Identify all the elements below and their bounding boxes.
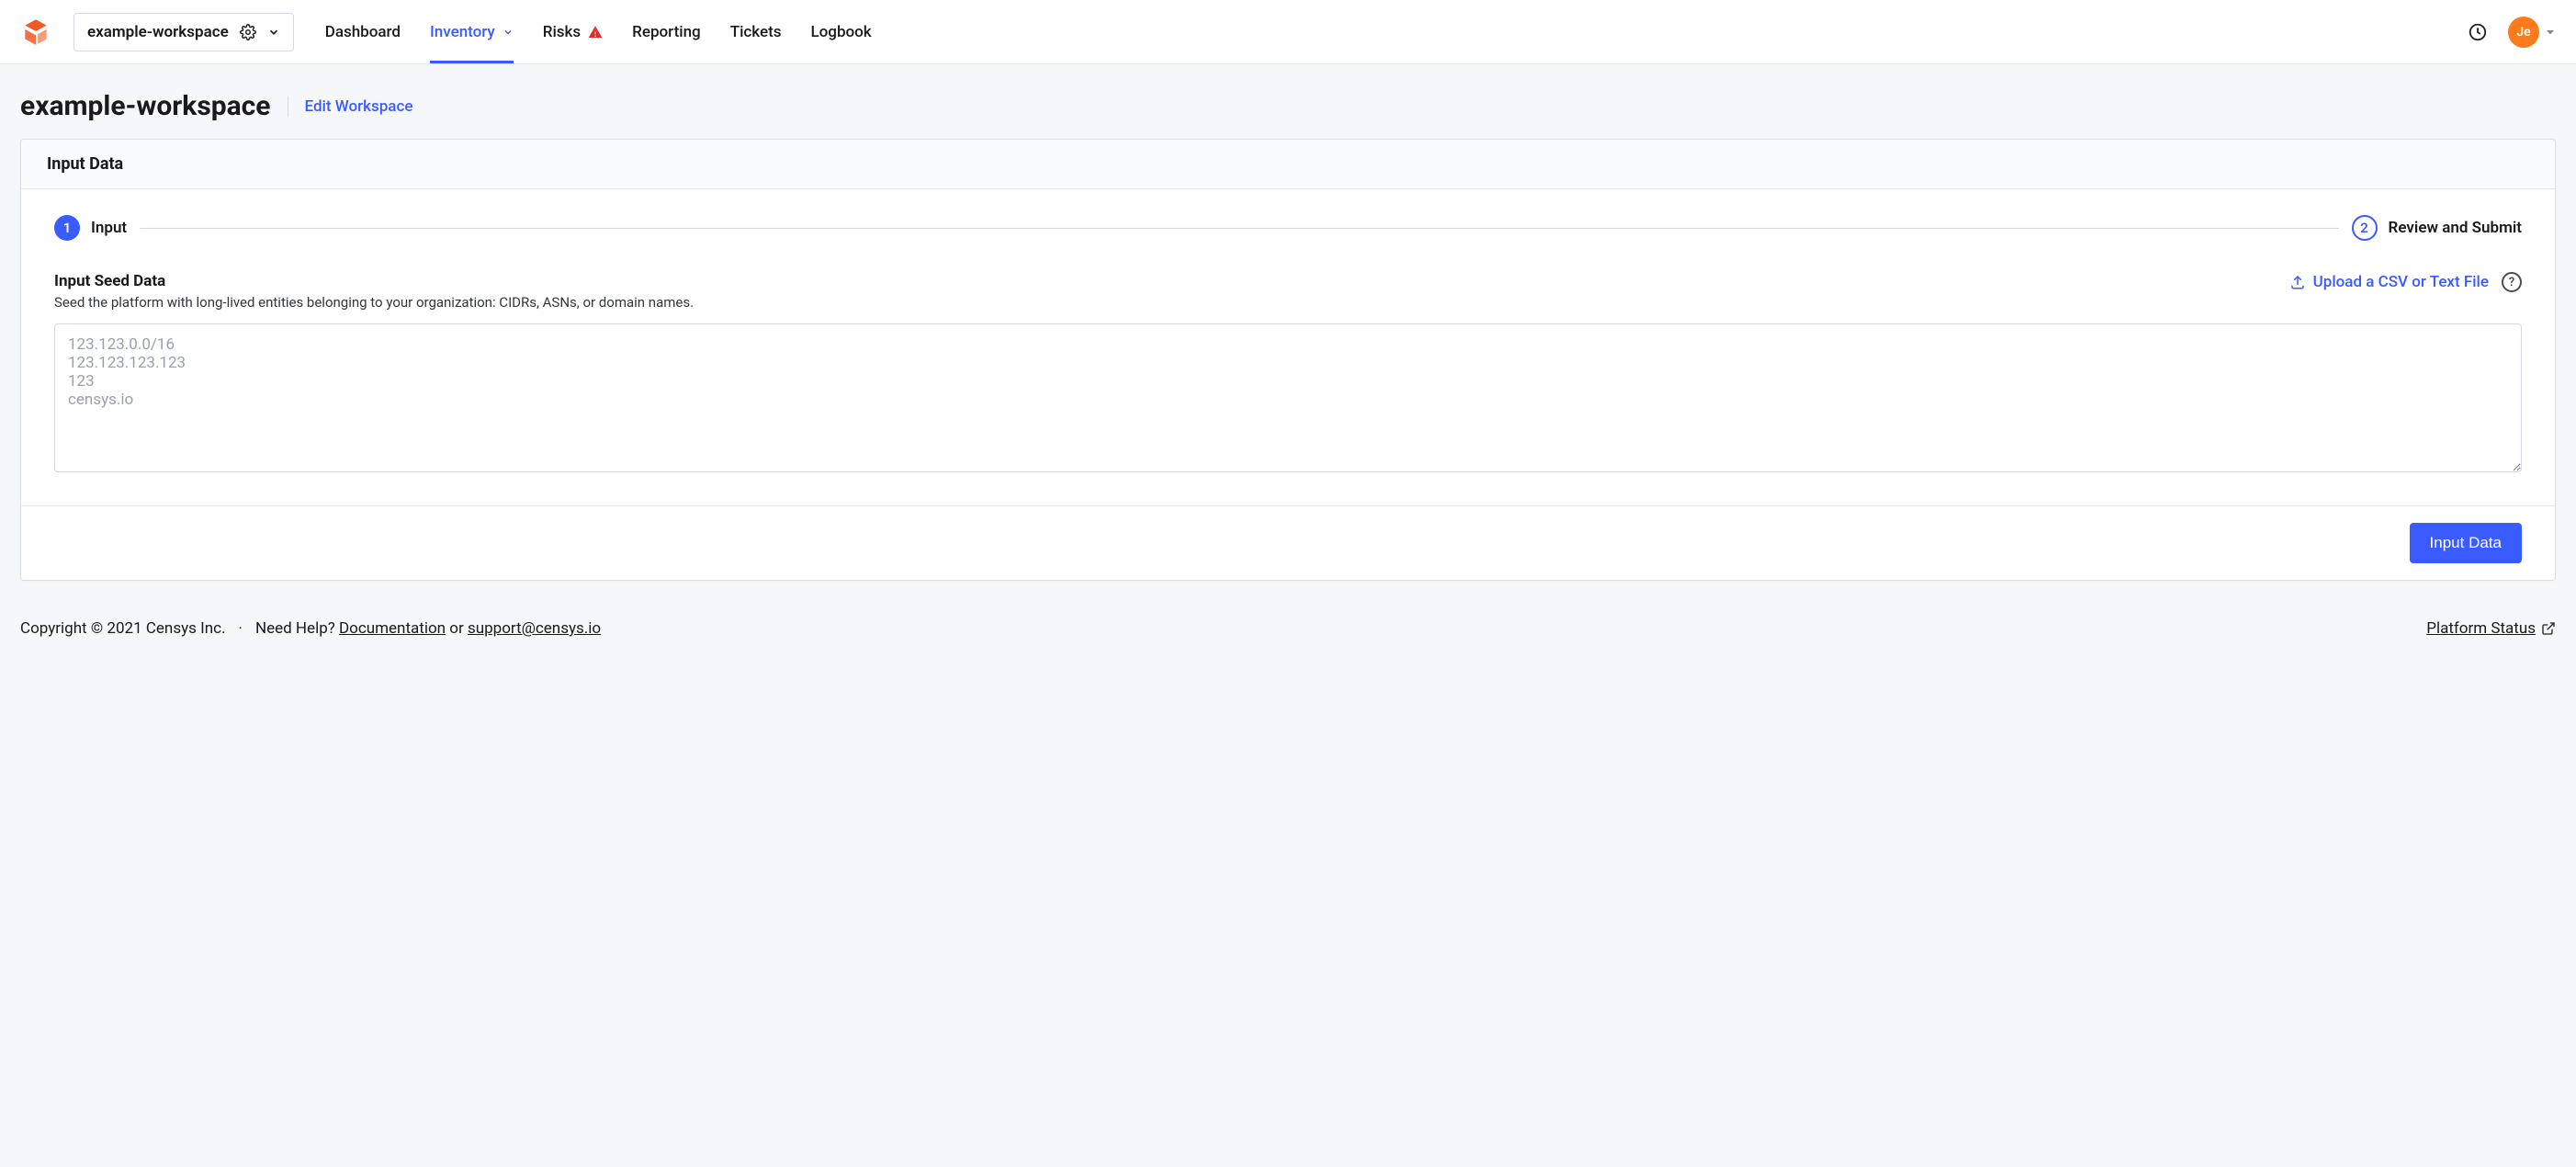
nav-inventory[interactable]: Inventory (430, 0, 514, 63)
warning-icon (588, 25, 603, 40)
footer-documentation-link[interactable]: Documentation (339, 619, 446, 638)
avatar[interactable]: Je (2508, 17, 2539, 48)
nav-dashboard[interactable]: Dashboard (325, 0, 401, 63)
seed-title: Input Seed Data (54, 272, 694, 290)
nav-reporting-label: Reporting (632, 23, 701, 41)
upload-file-link[interactable]: Upload a CSV or Text File (2289, 273, 2489, 291)
seed-description: Seed the platform with long-lived entiti… (54, 294, 694, 311)
site-footer: Copyright © 2021 Censys Inc. · Need Help… (0, 603, 2576, 662)
footer-need-help: Need Help? (255, 619, 335, 638)
step-1-badge: 1 (54, 215, 80, 241)
nav-reporting[interactable]: Reporting (632, 0, 701, 63)
card-footer: Input Data (21, 505, 2555, 580)
footer-separator: · (239, 619, 243, 638)
main-nav: Dashboard Inventory Risks Reporting Tick… (325, 0, 872, 63)
brand-logo[interactable] (20, 17, 51, 48)
help-button[interactable]: ? (2502, 272, 2522, 292)
nav-tickets-label: Tickets (730, 23, 782, 41)
nav-logbook-label: Logbook (810, 23, 871, 41)
chevron-down-icon (267, 26, 280, 39)
card-body: 1 Input 2 Review and Submit Input Seed D… (21, 189, 2555, 505)
upload-icon (2289, 274, 2306, 290)
nav-logbook[interactable]: Logbook (810, 0, 871, 63)
footer-or: or (449, 619, 463, 638)
footer-support-link[interactable]: support@censys.io (468, 619, 601, 638)
clock-icon (2468, 22, 2488, 42)
footer-copyright: Copyright © 2021 Censys Inc. (20, 619, 226, 638)
workspace-switcher[interactable]: example-workspace (73, 13, 294, 51)
upload-wrap: Upload a CSV or Text File ? (2289, 272, 2522, 292)
seed-header-text: Input Seed Data Seed the platform with l… (54, 272, 694, 311)
seed-header-row: Input Seed Data Seed the platform with l… (54, 272, 2522, 311)
edit-workspace-link[interactable]: Edit Workspace (305, 97, 413, 116)
stepper: 1 Input 2 Review and Submit (54, 215, 2522, 241)
footer-platform-status-link[interactable]: Platform Status (2426, 619, 2556, 638)
upload-file-label: Upload a CSV or Text File (2313, 273, 2489, 291)
page-title: example-workspace (20, 90, 271, 122)
history-button[interactable] (2464, 18, 2491, 46)
seed-data-textarea[interactable] (54, 323, 2522, 472)
external-link-icon (2541, 621, 2556, 636)
nav-inventory-label: Inventory (430, 23, 495, 41)
chevron-down-icon (503, 27, 514, 38)
workspace-switcher-label: example-workspace (87, 23, 229, 41)
censys-logo-icon (20, 17, 51, 48)
step-1-label: Input (91, 219, 127, 237)
step-connector (140, 228, 2338, 229)
footer-status-label: Platform Status (2426, 619, 2536, 638)
input-data-card: Input Data 1 Input 2 Review and Submit I… (20, 139, 2556, 581)
avatar-initials: Je (2516, 25, 2530, 40)
nav-dashboard-label: Dashboard (325, 23, 401, 41)
nav-risks[interactable]: Risks (543, 0, 603, 63)
step-2-badge: 2 (2352, 215, 2378, 241)
gear-icon (240, 24, 256, 40)
step-2-label: Review and Submit (2389, 219, 2522, 237)
step-2[interactable]: 2 Review and Submit (2352, 215, 2522, 241)
input-data-button[interactable]: Input Data (2410, 523, 2522, 563)
step-1[interactable]: 1 Input (54, 215, 127, 241)
nav-tickets[interactable]: Tickets (730, 0, 782, 63)
nav-risks-label: Risks (543, 23, 581, 41)
page-header: example-workspace Edit Workspace (0, 64, 2576, 139)
topbar: example-workspace Dashboard Inventory Ri… (0, 0, 2576, 64)
user-menu-toggle[interactable] (2545, 27, 2556, 38)
question-icon: ? (2509, 276, 2514, 289)
card-title: Input Data (21, 140, 2555, 189)
caret-down-icon (2545, 27, 2556, 38)
